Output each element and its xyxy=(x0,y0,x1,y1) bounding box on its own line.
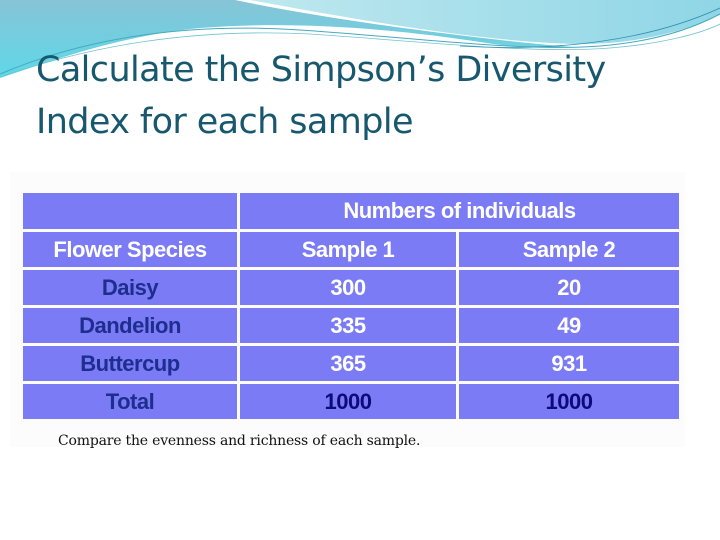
sample2-count-cell: 49 xyxy=(459,308,679,343)
table-total-row: Total 1000 1000 xyxy=(23,384,679,419)
group-header-cell: Numbers of individuals xyxy=(240,193,679,229)
sample1-count-cell: 300 xyxy=(240,270,456,305)
species-name-cell: Buttercup xyxy=(23,346,237,381)
table-caption: Compare the evenness and richness of eac… xyxy=(58,433,421,449)
species-name-cell: Daisy xyxy=(23,270,237,305)
table-row: Daisy 300 20 xyxy=(23,270,679,305)
sample2-count-cell: 20 xyxy=(459,270,679,305)
total-label-cell: Total xyxy=(23,384,237,419)
column-header-sample1: Sample 1 xyxy=(240,232,456,267)
empty-corner-cell xyxy=(23,193,237,229)
table-group-header-row: Numbers of individuals xyxy=(23,193,679,229)
column-header-species: Flower Species xyxy=(23,232,237,267)
table-row: Dandelion 335 49 xyxy=(23,308,679,343)
sample2-count-cell: 931 xyxy=(459,346,679,381)
slide-title: Calculate the Simpson’s Diversity Index … xyxy=(36,50,606,142)
sample1-count-cell: 335 xyxy=(240,308,456,343)
sample1-count-cell: 365 xyxy=(240,346,456,381)
species-name-cell: Dandelion xyxy=(23,308,237,343)
species-table-figure: Numbers of individuals Flower Species Sa… xyxy=(10,172,685,449)
sample1-total-cell: 1000 xyxy=(240,384,456,419)
column-header-sample2: Sample 2 xyxy=(459,232,679,267)
sample2-total-cell: 1000 xyxy=(459,384,679,419)
table-row: Buttercup 365 931 xyxy=(23,346,679,381)
table-column-header-row: Flower Species Sample 1 Sample 2 xyxy=(23,232,679,267)
species-count-table: Numbers of individuals Flower Species Sa… xyxy=(20,190,682,422)
